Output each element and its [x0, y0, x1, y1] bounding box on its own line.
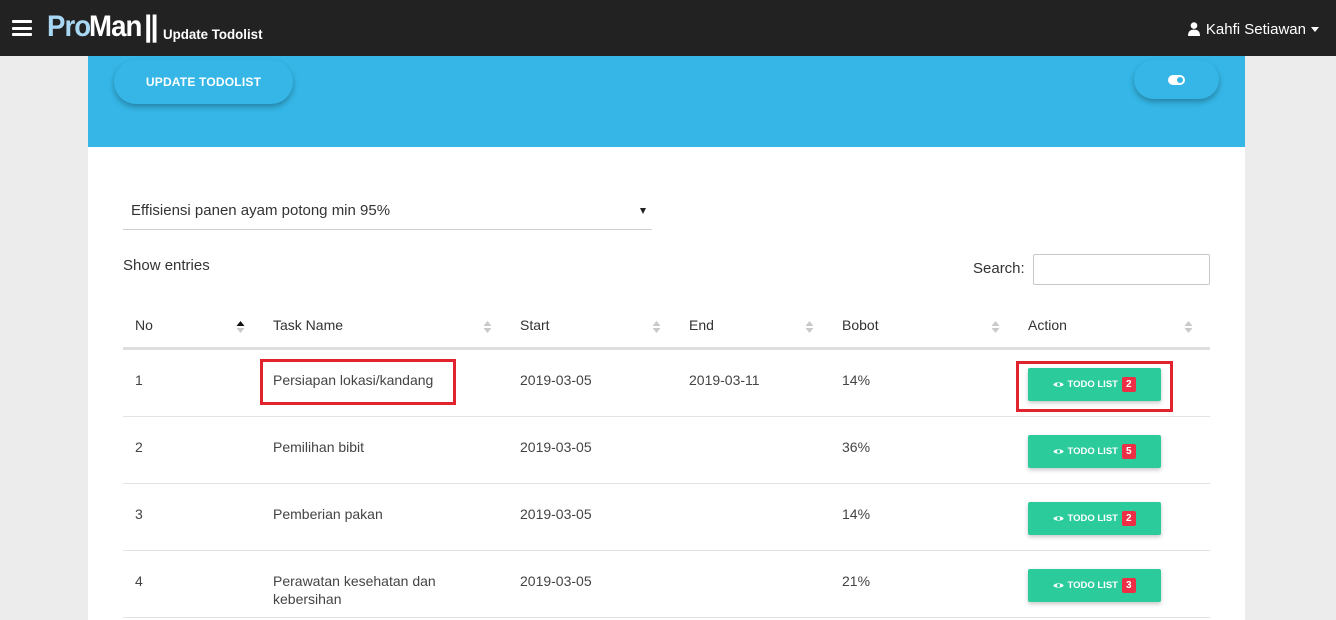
table-row: 4 Perawatan kesehatan dan kebersihan 201… [123, 551, 1210, 618]
cell-no: 3 [135, 506, 143, 522]
sort-icon [805, 321, 814, 333]
todo-list-button[interactable]: TODO LIST 5 [1028, 435, 1161, 468]
eye-icon [1053, 516, 1065, 521]
show-entries-label: Show entries [123, 257, 210, 274]
todo-count-badge: 3 [1121, 578, 1136, 593]
todo-list-label: TODO LIST [1067, 446, 1118, 457]
toggle-button[interactable] [1134, 60, 1219, 99]
column-header-label: Bobot [842, 317, 879, 333]
sort-ascending-icon [236, 321, 245, 333]
hamburger-icon[interactable] [12, 20, 32, 36]
search-input[interactable] [1033, 254, 1210, 285]
column-header-label: No [135, 317, 153, 333]
column-header-task-name[interactable]: Task Name [261, 302, 508, 350]
cell-task-name: Pemilihan bibit [273, 439, 365, 455]
page-header-band: UPDATE TODOLIST [88, 56, 1245, 147]
todo-list-button[interactable]: TODO LIST 2 [1028, 368, 1161, 401]
todo-list-label: TODO LIST [1067, 580, 1118, 591]
cell-bobot: 14% [842, 506, 871, 522]
todo-list-label: TODO LIST [1067, 379, 1118, 390]
column-header-no[interactable]: No [123, 302, 261, 350]
cell-no: 2 [135, 439, 143, 455]
brand-pro-text: Pro [47, 10, 91, 43]
cell-task-name: Persiapan lokasi/kandang [273, 372, 434, 388]
sort-icon [1184, 321, 1193, 333]
column-header-action[interactable]: Action [1016, 302, 1210, 350]
cell-task-name: Pemberian pakan [273, 506, 383, 522]
caret-down-icon [1311, 26, 1319, 32]
cell-start: 2019-03-05 [520, 439, 592, 455]
todo-list-label: TODO LIST [1067, 513, 1118, 524]
column-header-label: Task Name [273, 317, 344, 333]
sort-icon [991, 321, 1000, 333]
cell-bobot: 21% [842, 573, 871, 589]
table-header: No Task Name Start End Bobot Action [123, 302, 1210, 350]
update-todolist-button[interactable]: UPDATE TODOLIST [114, 60, 293, 104]
column-header-label: End [689, 317, 714, 333]
eye-icon [1053, 449, 1065, 454]
search-label: Search: [973, 260, 1025, 277]
user-menu-toggle[interactable]: Kahfi Setiawan [1187, 19, 1319, 39]
column-header-end[interactable]: End [677, 302, 830, 350]
cell-start: 2019-03-05 [520, 372, 592, 388]
table-row: 2 Pemilihan bibit 2019-03-05 36% TODO LI… [123, 417, 1210, 484]
task-table: No Task Name Start End Bobot Action 1 Pe… [123, 302, 1210, 618]
table-row: 3 Pemberian pakan 2019-03-05 14% TODO LI… [123, 484, 1210, 551]
brand-separator: || [144, 10, 159, 43]
goal-select-value: Effisiensi panen ayam potong min 95% [131, 202, 391, 219]
sort-icon [652, 321, 661, 333]
cell-bobot: 36% [842, 439, 871, 455]
brand[interactable]: Pro Man || Update Todolist [47, 10, 268, 44]
sort-icon [483, 321, 492, 333]
cell-no: 4 [135, 573, 143, 589]
eye-icon [1053, 583, 1065, 588]
brand-man-text: Man [89, 10, 142, 43]
column-header-bobot[interactable]: Bobot [830, 302, 1016, 350]
dropdown-arrow-icon [640, 208, 646, 214]
user-name: Kahfi Setiawan [1205, 20, 1306, 38]
goal-select[interactable]: Effisiensi panen ayam potong min 95% [123, 192, 652, 230]
user-icon [1187, 22, 1200, 36]
todo-count-badge: 2 [1121, 511, 1136, 526]
column-header-label: Action [1028, 317, 1067, 333]
cell-task-name: Perawatan kesehatan dan kebersihan [273, 573, 436, 607]
column-header-label: Start [520, 317, 550, 333]
eye-icon [1053, 382, 1065, 387]
cell-bobot: 14% [842, 372, 871, 388]
table-row: 1 Persiapan lokasi/kandang 2019-03-05 20… [123, 350, 1210, 417]
content-card: Effisiensi panen ayam potong min 95% Sho… [88, 147, 1245, 620]
cell-start: 2019-03-05 [520, 573, 592, 589]
cell-no: 1 [135, 372, 143, 388]
todo-count-badge: 2 [1121, 377, 1136, 392]
todo-count-badge: 5 [1121, 444, 1136, 459]
toggle-icon [1168, 74, 1185, 85]
todo-list-button[interactable]: TODO LIST 2 [1028, 502, 1161, 535]
top-navbar: Pro Man || Update Todolist Kahfi Setiawa… [0, 0, 1336, 56]
cell-end: 2019-03-11 [689, 372, 760, 388]
todo-list-button[interactable]: TODO LIST 3 [1028, 569, 1161, 602]
column-header-start[interactable]: Start [508, 302, 677, 350]
cell-start: 2019-03-05 [520, 506, 592, 522]
page-subtitle: Update Todolist [162, 26, 263, 42]
